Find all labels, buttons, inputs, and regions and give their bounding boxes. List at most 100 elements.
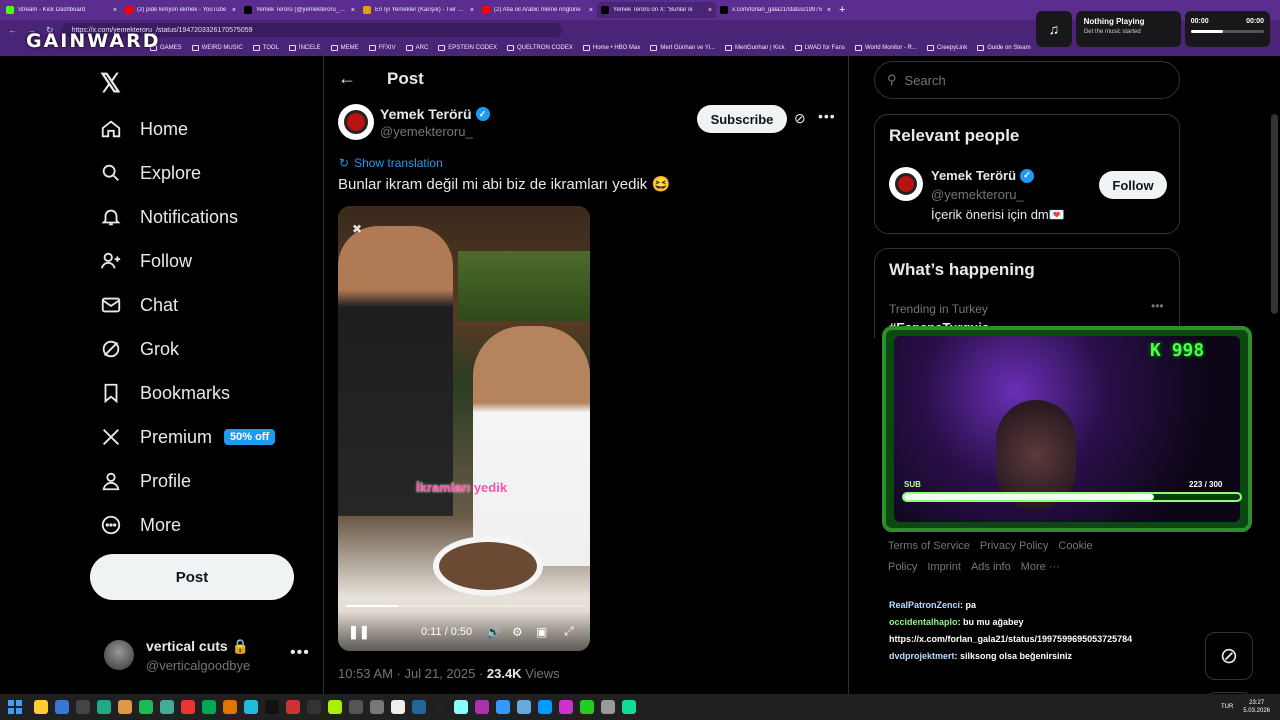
author-avatar[interactable] <box>338 104 374 140</box>
close-tab-icon[interactable]: × <box>232 7 236 14</box>
taskbar-app-icon[interactable] <box>244 700 258 714</box>
taskbar-app-icon[interactable] <box>370 700 384 714</box>
browser-tab[interactable]: Stream - Kick Dashboard × <box>2 2 121 18</box>
sidebar-item-notifications[interactable]: Notifications <box>100 195 238 239</box>
close-tab-icon[interactable]: × <box>589 7 593 14</box>
footer-link[interactable]: Privacy Policy <box>980 540 1048 552</box>
taskbar-app-icon[interactable] <box>76 700 90 714</box>
clock[interactable]: 23:27 5.03.2026 <box>1243 699 1270 715</box>
account-switcher[interactable]: vertical cuts 🔒 @verticalgoodbye ••• <box>104 634 314 680</box>
grok-fab-icon[interactable]: ⊘ <box>1205 632 1253 680</box>
taskbar-app-icon[interactable] <box>223 700 237 714</box>
close-tab-icon[interactable]: × <box>827 7 831 14</box>
footer-link[interactable]: Ads info <box>971 561 1011 573</box>
close-tab-icon[interactable]: × <box>351 7 355 14</box>
taskbar-app-icon[interactable] <box>97 700 111 714</box>
browser-tab[interactable]: (2) pide kimyon ekmek - YouTube × <box>121 2 240 18</box>
close-tab-icon[interactable]: × <box>708 7 712 14</box>
windows-start-icon[interactable] <box>8 700 22 714</box>
bookmark-item[interactable]: MertGunhan | Kick <box>725 45 785 51</box>
browser-tab[interactable]: En İyi Yemekler (Karışık) - Tier List × <box>359 2 478 18</box>
music-note-icon[interactable]: ♫ <box>1036 11 1072 47</box>
taskbar-app-icon[interactable] <box>433 700 447 714</box>
sidebar-item-explore[interactable]: Explore <box>100 151 201 195</box>
relevant-handle[interactable]: @yemekteroru_ <box>931 187 1024 202</box>
browser-tab[interactable]: x.com/forlan_gala21/status/19975 × <box>716 2 835 18</box>
browser-tab[interactable]: Yemek Terörü on X: "Bunlar ik × <box>597 2 716 18</box>
close-tab-icon[interactable]: × <box>470 7 474 14</box>
scrollbar[interactable] <box>1271 114 1278 314</box>
bookmark-item[interactable]: MEME <box>330 45 359 51</box>
bookmark-item[interactable]: QUELTRON CODEX <box>506 45 573 51</box>
close-tab-icon[interactable]: × <box>113 7 117 14</box>
author-name[interactable]: Yemek Terörü <box>380 106 472 122</box>
bookmark-item[interactable]: CreepyLink <box>926 45 967 51</box>
trend-more-icon[interactable]: ••• <box>1151 299 1164 313</box>
taskbar-app-icon[interactable] <box>181 700 195 714</box>
taskbar-app-icon[interactable] <box>307 700 321 714</box>
show-translation-link[interactable]: ↻ Show translation <box>339 156 443 170</box>
taskbar-app-icon[interactable] <box>517 700 531 714</box>
fullscreen-icon[interactable]: ⤢ <box>564 624 574 639</box>
bookmark-item[interactable]: İNCELE <box>288 45 321 51</box>
settings-icon[interactable]: ⚙ <box>512 625 523 639</box>
taskbar-app-icon[interactable] <box>538 700 552 714</box>
taskbar-app-icon[interactable] <box>454 700 468 714</box>
footer-link[interactable]: Imprint <box>927 561 961 573</box>
taskbar-app-icon[interactable] <box>328 700 342 714</box>
taskbar-app-icon[interactable] <box>580 700 594 714</box>
video-progress-bar[interactable] <box>346 605 582 607</box>
taskbar-app-icon[interactable] <box>496 700 510 714</box>
taskbar-app-icon[interactable] <box>34 700 48 714</box>
browser-tab[interactable]: Yemek Terörü (@yemekteroru_) / X × <box>240 2 359 18</box>
author-name-row[interactable]: Yemek Terörü ✓ <box>380 106 490 122</box>
sidebar-item-chat[interactable]: Chat <box>100 283 178 327</box>
back-arrow-icon[interactable]: ← <box>338 68 356 89</box>
sidebar-item-profile[interactable]: Profile <box>100 459 191 503</box>
bookmark-item[interactable]: Guide on Steam <box>977 45 1031 51</box>
pip-icon[interactable]: ▣ <box>536 625 547 639</box>
taskbar-app-icon[interactable] <box>622 700 636 714</box>
taskbar-app-icon[interactable] <box>118 700 132 714</box>
search-input[interactable]: ⚲ Search <box>874 61 1180 99</box>
account-more-icon[interactable]: ••• <box>290 644 310 662</box>
bookmark-item[interactable]: Mert Günhan ve Yi... <box>650 45 715 51</box>
sidebar-item-follow[interactable]: Follow <box>100 239 192 283</box>
bookmark-item[interactable]: LWAD for Fans <box>794 45 845 51</box>
browser-tab[interactable]: (2) Afia oil Arabic meme ringtone × <box>478 2 597 18</box>
x-logo-icon[interactable]: 𝕏 <box>100 68 121 99</box>
taskbar-app-icon[interactable] <box>55 700 69 714</box>
relevant-name[interactable]: Yemek Terörü <box>931 168 1016 183</box>
taskbar-app-icon[interactable] <box>202 700 216 714</box>
bookmark-item[interactable]: FFXIV <box>368 45 396 51</box>
pause-icon[interactable]: ❚❚ <box>348 624 370 640</box>
relevant-avatar[interactable] <box>889 167 923 201</box>
bookmark-item[interactable]: EPSTEIN CODEX <box>438 45 497 51</box>
taskbar-app-icon[interactable] <box>265 700 279 714</box>
relevant-name-row[interactable]: Yemek Terörü ✓ <box>931 168 1035 183</box>
taskbar-app-icon[interactable] <box>286 700 300 714</box>
follow-button[interactable]: Follow <box>1099 171 1167 199</box>
taskbar-app-icon[interactable] <box>559 700 573 714</box>
sidebar-item-grok[interactable]: Grok <box>100 327 179 371</box>
footer-link[interactable]: More ··· <box>1021 561 1060 573</box>
taskbar-app-icon[interactable] <box>349 700 363 714</box>
taskbar-app-icon[interactable] <box>139 700 153 714</box>
sidebar-item-more[interactable]: More <box>100 503 181 547</box>
taskbar-app-icon[interactable] <box>475 700 489 714</box>
post-button[interactable]: Post <box>90 554 294 600</box>
bookmark-item[interactable]: ARC <box>405 45 428 51</box>
video-player[interactable]: ✖ İkramları yedik ❚❚ 0:11 / 0:50 🔊 ⚙ ▣ ⤢ <box>338 206 590 651</box>
back-nav-icon[interactable]: ← <box>8 25 17 36</box>
volume-icon[interactable]: 🔊 <box>486 625 501 639</box>
taskbar-app-icon[interactable] <box>391 700 405 714</box>
bookmark-item[interactable]: World Monitor - R... <box>854 45 917 51</box>
sidebar-item-bookmarks[interactable]: Bookmarks <box>100 371 230 415</box>
taskbar-app-icon[interactable] <box>160 700 174 714</box>
taskbar-app-icon[interactable] <box>601 700 615 714</box>
bookmark-item[interactable]: TOOL <box>252 45 279 51</box>
subscribe-button[interactable]: Subscribe <box>697 105 787 133</box>
footer-link[interactable]: Terms of Service <box>888 540 970 552</box>
bookmark-item[interactable]: Home • HBO Max <box>582 45 640 51</box>
bookmark-item[interactable]: WEIRD MUSIC <box>191 45 243 51</box>
